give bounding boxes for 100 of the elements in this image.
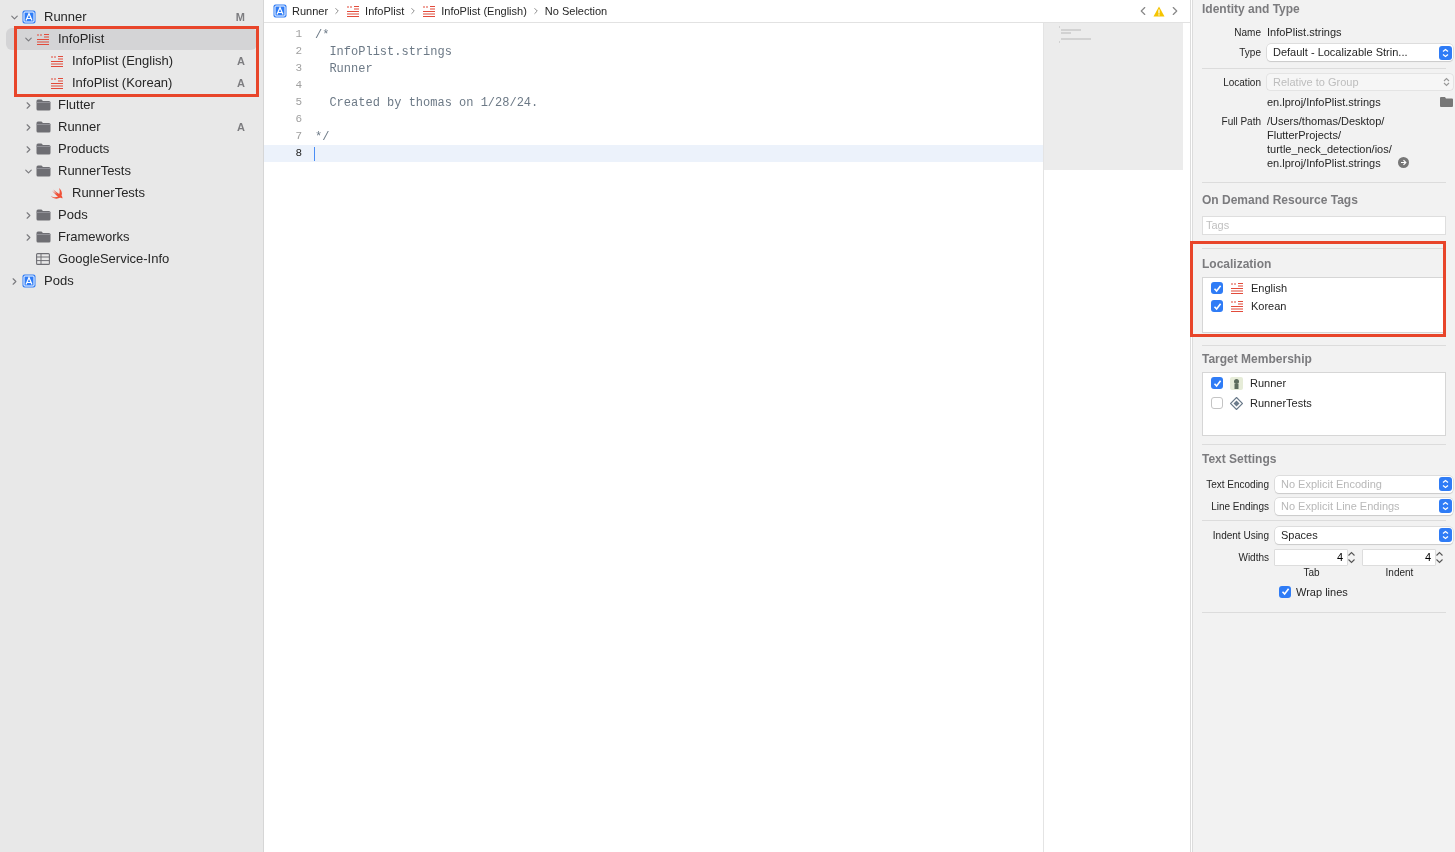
folder-icon bbox=[36, 165, 51, 177]
number-field[interactable]: 4 bbox=[1363, 549, 1435, 565]
code-text: Created by thomas on 1/28/24. bbox=[328, 94, 539, 112]
number-field[interactable]: 4 bbox=[1275, 549, 1347, 565]
section-title: Localization bbox=[1201, 255, 1273, 272]
strings-file-icon bbox=[1230, 300, 1244, 312]
item-label: Runner bbox=[44, 8, 87, 27]
stepper-icon[interactable] bbox=[1435, 549, 1444, 565]
reveal-arrow-icon[interactable] bbox=[1397, 156, 1409, 168]
code-editor[interactable]: 1 /* 2 InfoPlist.strings 3 Runner 4 5 Created by thomas on 1/28/24. 6 7 */ 8 bbox=[264, 23, 1043, 852]
navigator-item[interactable]: Frameworks bbox=[6, 226, 257, 248]
folder-icon bbox=[36, 143, 51, 155]
indent-popup[interactable]: Spaces bbox=[1275, 526, 1453, 544]
field-caption: Tab bbox=[1303, 565, 1320, 580]
line-number: 6 bbox=[294, 112, 302, 128]
source-control-status: M bbox=[235, 9, 245, 25]
code-text: InfoPlist.strings bbox=[328, 43, 452, 61]
section-title: Text Settings bbox=[1201, 450, 1278, 467]
folder-icon bbox=[36, 209, 51, 221]
navigator-item[interactable]: InfoPlist (English) A bbox=[6, 50, 257, 72]
project-icon bbox=[22, 274, 36, 288]
navigator-item[interactable]: Pods bbox=[6, 270, 257, 292]
strings-file-icon bbox=[36, 33, 50, 45]
full-path: /Users/thomas/Desktop/ FlutterProjects/ turtle_neck_detection/ios/ en.lproj/InfoPlist.strings bbox=[1267, 113, 1392, 170]
section-title: Identity and Type bbox=[1201, 1, 1301, 17]
item-label: InfoPlist (English) bbox=[72, 52, 174, 71]
navigator-item[interactable]: Flutter bbox=[6, 94, 257, 116]
strings-file-icon bbox=[422, 5, 437, 17]
line-number: 1 bbox=[294, 27, 302, 43]
navigator-item[interactable]: RunnerTests bbox=[6, 182, 257, 204]
checkbox[interactable] bbox=[1211, 300, 1223, 312]
stepper-icon[interactable] bbox=[1347, 549, 1356, 565]
checkbox[interactable] bbox=[1211, 397, 1223, 409]
field-label: Location bbox=[1222, 75, 1262, 90]
strings-file-icon bbox=[50, 77, 64, 89]
item-label: InfoPlist bbox=[58, 30, 105, 49]
language-label: English bbox=[1251, 280, 1288, 296]
popup-stepper-icon[interactable] bbox=[1439, 477, 1452, 491]
section-title: On Demand Resource Tags bbox=[1201, 191, 1359, 208]
source-control-status: A bbox=[237, 75, 245, 91]
popup-stepper-icon[interactable] bbox=[1439, 499, 1452, 513]
folder-icon bbox=[36, 121, 51, 133]
field-label: Full Path bbox=[1220, 114, 1262, 129]
strings-file-icon bbox=[50, 55, 64, 67]
item-label: RunnerTests bbox=[72, 184, 145, 203]
navigator-item[interactable]: Products bbox=[6, 138, 257, 160]
field-label: Name bbox=[1233, 26, 1262, 40]
wrap-lines-label: Wrap lines bbox=[1296, 584, 1348, 600]
item-label: RunnerTests bbox=[58, 162, 131, 181]
navigator-item[interactable]: RunnerTests bbox=[6, 160, 257, 182]
field-label: Widths bbox=[1237, 550, 1270, 565]
code-text: */ bbox=[315, 128, 330, 146]
stepper-icon bbox=[1443, 77, 1450, 87]
line-number: 3 bbox=[294, 61, 302, 77]
item-label: Products bbox=[58, 140, 110, 159]
item-label: Runner bbox=[58, 118, 101, 137]
project-icon bbox=[273, 4, 287, 18]
popup-stepper-icon[interactable] bbox=[1439, 45, 1452, 60]
navigator-item[interactable]: InfoPlist (Korean) A bbox=[6, 72, 257, 94]
line-number: 4 bbox=[294, 78, 302, 94]
project-icon bbox=[22, 10, 36, 24]
field-label: Text Encoding bbox=[1205, 477, 1270, 492]
item-label: GoogleService-Info bbox=[58, 250, 170, 269]
line-number: 2 bbox=[294, 44, 302, 60]
line-number: 5 bbox=[294, 95, 302, 111]
checkbox[interactable] bbox=[1211, 282, 1223, 294]
item-label: Pods bbox=[58, 206, 88, 225]
location-path: en.lproj/InfoPlist.strings bbox=[1267, 95, 1382, 110]
breadcrumb-item[interactable]: InfoPlist bbox=[346, 2, 405, 20]
item-label: Pods bbox=[44, 272, 74, 291]
folder-icon[interactable] bbox=[1440, 97, 1453, 108]
popup-stepper-icon[interactable] bbox=[1439, 528, 1452, 542]
folder-icon bbox=[36, 231, 51, 243]
source-control-status: A bbox=[237, 53, 245, 69]
breadcrumb-item[interactable]: Runner bbox=[273, 2, 329, 20]
navigator-item[interactable]: Runner A bbox=[6, 116, 257, 138]
navigator-item[interactable]: Runner M bbox=[6, 6, 257, 28]
swift-icon bbox=[50, 186, 64, 200]
navigator-item[interactable]: Pods bbox=[6, 204, 257, 226]
checkbox[interactable] bbox=[1279, 585, 1291, 598]
table-icon bbox=[36, 253, 50, 265]
section-title: Target Membership bbox=[1201, 350, 1313, 367]
folder-icon bbox=[36, 99, 51, 111]
line-number: 7 bbox=[294, 129, 302, 145]
name-value: InfoPlist.strings bbox=[1267, 25, 1342, 41]
navigator-item[interactable]: GoogleService-Info bbox=[6, 248, 257, 270]
type-popup[interactable]: Default - Localizable Strin... bbox=[1267, 44, 1453, 61]
breadcrumb-item[interactable]: No Selection bbox=[544, 2, 608, 20]
field-label: Indent Using bbox=[1211, 528, 1270, 543]
checkbox[interactable] bbox=[1211, 377, 1223, 389]
field-caption: Indent bbox=[1385, 565, 1414, 580]
target-label: RunnerTests bbox=[1250, 395, 1312, 411]
strings-file-icon bbox=[1230, 282, 1244, 294]
test-target-icon bbox=[1230, 396, 1243, 410]
tags-field[interactable]: Tags bbox=[1202, 215, 1446, 235]
text-cursor bbox=[314, 146, 315, 161]
breadcrumb-item[interactable]: InfoPlist (English) bbox=[422, 2, 527, 20]
code-text: Runner bbox=[328, 60, 373, 78]
strings-file-icon bbox=[346, 5, 361, 17]
language-label: Korean bbox=[1251, 298, 1287, 314]
